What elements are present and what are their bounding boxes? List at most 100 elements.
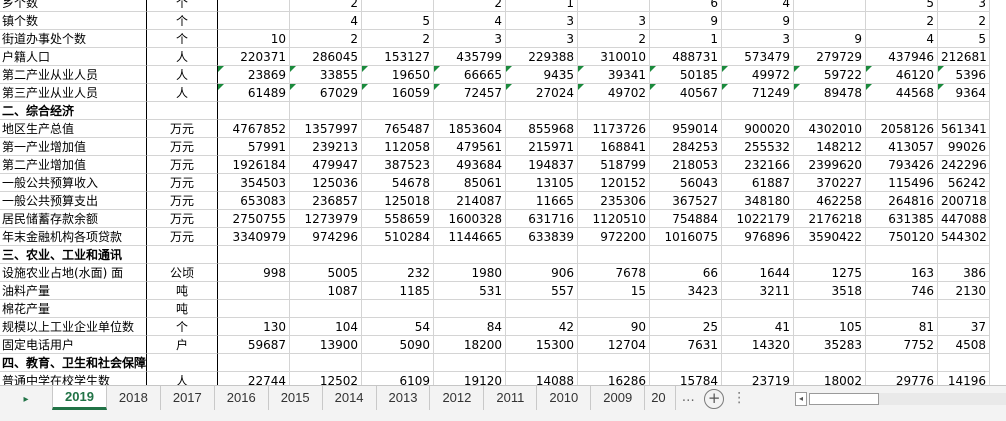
data-cell[interactable]: 229388 xyxy=(506,48,578,66)
data-cell[interactable]: 71249 xyxy=(722,84,794,102)
data-cell[interactable]: 2 xyxy=(290,30,362,48)
data-cell[interactable]: 66665 xyxy=(434,66,506,84)
data-cell[interactable] xyxy=(290,102,362,120)
sheet-tab-2016[interactable]: 2016 xyxy=(215,386,269,410)
data-cell[interactable]: 49702 xyxy=(578,84,650,102)
data-cell[interactable]: 479947 xyxy=(290,156,362,174)
row-label-cell[interactable]: 第一产业增加值 xyxy=(0,138,147,156)
data-cell[interactable] xyxy=(650,102,722,120)
spreadsheet-grid[interactable]: 乡个数个 2 2 1 6 4 5 3 镇个数个 4 5 4 3 3 9 9 2 2 街道办事处个数个 10 2 2 3 3 2 1… xyxy=(0,0,1006,390)
data-cell[interactable]: 44568 xyxy=(866,84,938,102)
data-cell[interactable] xyxy=(434,354,506,372)
data-cell[interactable]: 11665 xyxy=(506,192,578,210)
data-cell[interactable]: 518799 xyxy=(578,156,650,174)
data-cell[interactable] xyxy=(794,0,866,12)
scroll-track[interactable] xyxy=(879,393,1006,405)
sheet-tab-20[interactable]: 20 xyxy=(645,386,677,410)
data-cell[interactable]: 370227 xyxy=(794,174,866,192)
data-cell[interactable] xyxy=(794,354,866,372)
data-cell[interactable] xyxy=(362,300,434,318)
data-cell[interactable]: 1644 xyxy=(722,264,794,282)
data-cell[interactable]: 220371 xyxy=(218,48,290,66)
data-cell[interactable]: 37 xyxy=(938,318,990,336)
data-cell[interactable]: 2058126 xyxy=(866,120,938,138)
data-cell[interactable]: 242296 xyxy=(938,156,990,174)
data-cell[interactable]: 1144665 xyxy=(434,228,506,246)
data-cell[interactable]: 56242 xyxy=(938,174,990,192)
unit-cell[interactable]: 万元 xyxy=(147,210,218,228)
unit-cell[interactable]: 户 xyxy=(147,336,218,354)
data-cell[interactable] xyxy=(650,354,722,372)
data-cell[interactable]: 200718 xyxy=(938,192,990,210)
row-label-cell[interactable]: 居民储蓄存款余额 xyxy=(0,210,147,228)
data-cell[interactable] xyxy=(578,0,650,12)
unit-cell[interactable]: 吨 xyxy=(147,282,218,300)
data-cell[interactable]: 81 xyxy=(866,318,938,336)
data-cell[interactable]: 793426 xyxy=(866,156,938,174)
data-cell[interactable]: 41 xyxy=(722,318,794,336)
data-cell[interactable]: 99026 xyxy=(938,138,990,156)
data-cell[interactable]: 236857 xyxy=(290,192,362,210)
unit-cell[interactable] xyxy=(147,246,218,264)
data-cell[interactable]: 631716 xyxy=(506,210,578,228)
data-cell[interactable] xyxy=(362,354,434,372)
data-cell[interactable]: 479561 xyxy=(434,138,506,156)
data-cell[interactable]: 59687 xyxy=(218,336,290,354)
data-cell[interactable]: 367527 xyxy=(650,192,722,210)
data-cell[interactable]: 4302010 xyxy=(794,120,866,138)
data-cell[interactable]: 510284 xyxy=(362,228,434,246)
data-cell[interactable]: 2 xyxy=(578,30,650,48)
row-label-cell[interactable]: 镇个数 xyxy=(0,12,147,30)
data-cell[interactable]: 998 xyxy=(218,264,290,282)
data-cell[interactable] xyxy=(434,300,506,318)
data-cell[interactable] xyxy=(290,300,362,318)
data-cell[interactable]: 90 xyxy=(578,318,650,336)
data-cell[interactable]: 153127 xyxy=(362,48,434,66)
data-cell[interactable]: 1120510 xyxy=(578,210,650,228)
data-cell[interactable]: 84 xyxy=(434,318,506,336)
data-cell[interactable] xyxy=(434,102,506,120)
row-label-cell[interactable]: 第三产业从业人员 xyxy=(0,84,147,102)
data-cell[interactable]: 3340979 xyxy=(218,228,290,246)
sheet-options-icon[interactable]: ⋮ xyxy=(730,386,748,412)
data-cell[interactable]: 5 xyxy=(938,30,990,48)
data-cell[interactable]: 9 xyxy=(650,12,722,30)
data-cell[interactable]: 15300 xyxy=(506,336,578,354)
data-cell[interactable]: 959014 xyxy=(650,120,722,138)
data-cell[interactable]: 7752 xyxy=(866,336,938,354)
data-cell[interactable] xyxy=(362,102,434,120)
data-cell[interactable] xyxy=(794,12,866,30)
data-cell[interactable]: 35283 xyxy=(794,336,866,354)
data-cell[interactable]: 13105 xyxy=(506,174,578,192)
data-cell[interactable]: 49972 xyxy=(722,66,794,84)
data-cell[interactable]: 5 xyxy=(362,12,434,30)
data-cell[interactable]: 2130 xyxy=(938,282,990,300)
data-cell[interactable] xyxy=(866,246,938,264)
data-cell[interactable]: 9435 xyxy=(506,66,578,84)
data-cell[interactable]: 972200 xyxy=(578,228,650,246)
data-cell[interactable]: 72457 xyxy=(434,84,506,102)
data-cell[interactable]: 286045 xyxy=(290,48,362,66)
data-cell[interactable]: 3 xyxy=(506,12,578,30)
row-label-cell[interactable]: 固定电话用户 xyxy=(0,336,147,354)
row-label-cell[interactable]: 二、综合经济 xyxy=(0,102,147,120)
data-cell[interactable] xyxy=(938,246,990,264)
sheet-tab-2013[interactable]: 2013 xyxy=(377,386,431,410)
data-cell[interactable] xyxy=(722,246,794,264)
data-cell[interactable]: 1853604 xyxy=(434,120,506,138)
data-cell[interactable]: 19650 xyxy=(362,66,434,84)
data-cell[interactable] xyxy=(506,300,578,318)
data-cell[interactable]: 115496 xyxy=(866,174,938,192)
unit-cell[interactable]: 吨 xyxy=(147,300,218,318)
data-cell[interactable] xyxy=(722,102,794,120)
data-cell[interactable]: 573479 xyxy=(722,48,794,66)
data-cell[interactable]: 5005 xyxy=(290,264,362,282)
data-cell[interactable] xyxy=(578,354,650,372)
data-cell[interactable]: 3211 xyxy=(722,282,794,300)
row-label-cell[interactable]: 第二产业增加值 xyxy=(0,156,147,174)
sheet-tab-2018[interactable]: 2018 xyxy=(107,386,161,410)
data-cell[interactable]: 46120 xyxy=(866,66,938,84)
data-cell[interactable]: 40567 xyxy=(650,84,722,102)
data-cell[interactable]: 557 xyxy=(506,282,578,300)
data-cell[interactable]: 194837 xyxy=(506,156,578,174)
